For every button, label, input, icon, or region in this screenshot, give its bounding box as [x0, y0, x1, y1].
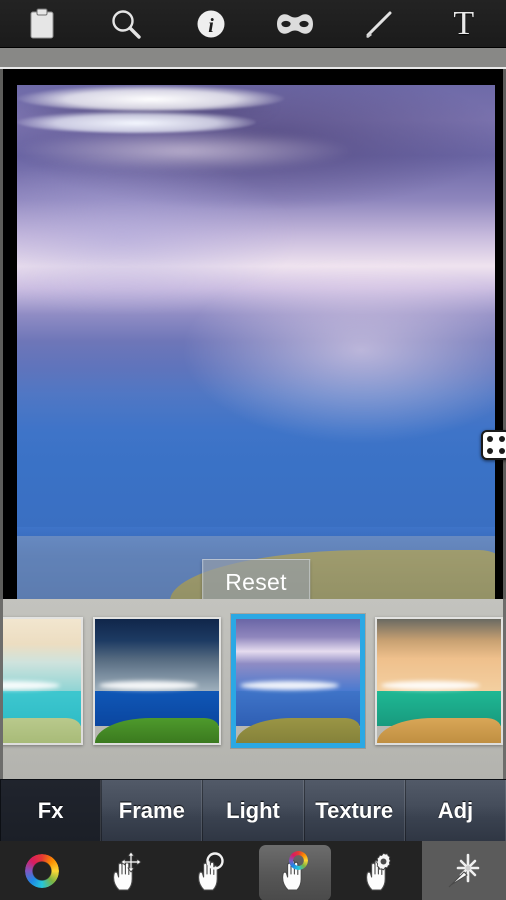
color-wheel-icon[interactable]	[0, 841, 84, 900]
handle-dot	[499, 448, 505, 454]
handle-dot	[499, 436, 505, 442]
tab-label: Adj	[437, 798, 474, 823]
photo-cloud-band-right	[17, 111, 256, 133]
tap-hand-icon[interactable]	[169, 841, 253, 900]
color-hand-group	[273, 850, 317, 891]
settings-hand-icon[interactable]	[337, 841, 421, 900]
tab-frame[interactable]: Frame	[101, 780, 203, 842]
text-icon[interactable]: T	[422, 0, 506, 48]
gear-icon	[376, 852, 392, 870]
tap-hand-group	[189, 851, 233, 891]
filter-thumb-1[interactable]	[3, 617, 83, 745]
thumb-land	[3, 718, 81, 743]
clipboard-icon[interactable]	[0, 0, 84, 48]
tab-light[interactable]: Light	[202, 780, 304, 842]
bottom-tool-bar	[0, 841, 506, 900]
handle-dot	[487, 448, 493, 454]
tab-texture[interactable]: Texture	[303, 780, 405, 842]
photo-preview[interactable]: Reset	[17, 85, 495, 599]
category-tab-bar: Fx Frame Light Texture Adj	[0, 779, 506, 842]
color-ring-badge	[289, 850, 309, 870]
tab-fx[interactable]: Fx	[0, 780, 102, 842]
magic-wand-glyph	[448, 853, 480, 887]
move-hand-group	[104, 850, 148, 891]
mask-icon[interactable]	[253, 0, 337, 48]
tap-circle-icon	[206, 851, 224, 870]
text-icon-glyph: T	[453, 4, 475, 42]
search-icon[interactable]	[84, 0, 168, 48]
photo-sky	[17, 85, 495, 528]
move-hand-icon[interactable]	[84, 841, 168, 900]
toolbar-divider	[0, 48, 506, 68]
tab-adj[interactable]: Adj	[404, 780, 506, 842]
top-toolbar: i T	[0, 0, 506, 48]
magic-wand-icon[interactable]	[421, 841, 506, 900]
filter-thumbnail-row	[3, 614, 503, 748]
photo-cloud-band-left	[17, 85, 285, 111]
filter-thumbnail-strip[interactable]	[0, 599, 506, 779]
canvas-frame: Reset	[0, 69, 506, 599]
color-wheel-ring	[25, 853, 60, 888]
thumb-cloud	[239, 681, 339, 690]
transform-handle[interactable]	[481, 430, 506, 460]
tab-label: Frame	[118, 798, 185, 823]
thumb-cloud	[98, 681, 198, 690]
brush-icon[interactable]	[337, 0, 421, 48]
reset-button[interactable]: Reset	[202, 559, 310, 599]
settings-hand-group	[357, 851, 401, 891]
tab-label: Light	[226, 798, 280, 823]
move-arrows-icon	[120, 850, 143, 873]
svg-text:i: i	[208, 15, 214, 37]
filter-thumb-2[interactable]	[93, 617, 221, 745]
thumb-cloud	[380, 681, 480, 690]
tab-label: Texture	[315, 798, 394, 823]
handle-dot	[487, 436, 493, 442]
color-hand-icon[interactable]	[253, 841, 337, 900]
info-icon[interactable]: i	[169, 0, 253, 48]
photo-cloud-light	[17, 131, 352, 171]
tab-label: Fx	[37, 798, 64, 823]
app-root: i T Reset Fx Frame Light Texture Adj	[0, 0, 506, 900]
filter-thumb-3[interactable]	[231, 614, 365, 748]
filter-thumb-4[interactable]	[375, 617, 503, 745]
